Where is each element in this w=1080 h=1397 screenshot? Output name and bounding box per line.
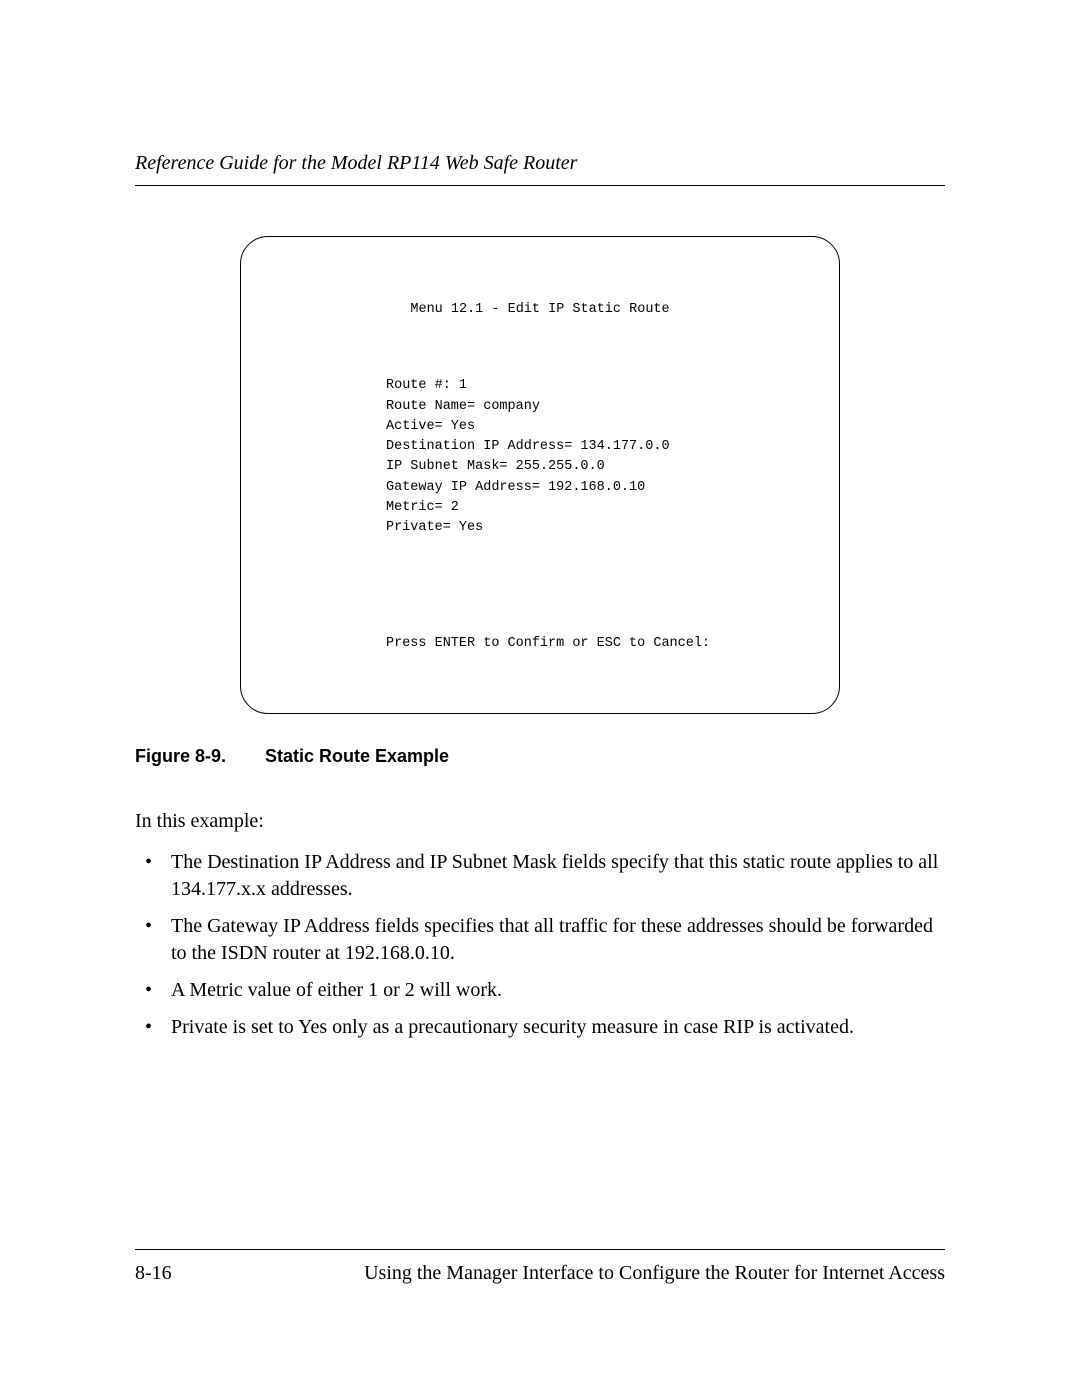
terminal-footer: Press ENTER to Confirm or ESC to Cancel: bbox=[386, 634, 809, 654]
terminal-title: Menu 12.1 - Edit IP Static Route bbox=[271, 300, 809, 320]
terminal-line: IP Subnet Mask= 255.255.0.0 bbox=[386, 459, 605, 474]
terminal-screenshot: Menu 12.1 - Edit IP Static Route Route #… bbox=[240, 236, 840, 714]
terminal-body: Route #: 1 Route Name= company Active= Y… bbox=[386, 376, 809, 538]
page-number: 8-16 bbox=[135, 1260, 172, 1287]
terminal-line: Metric= 2 bbox=[386, 500, 459, 515]
header-rule bbox=[135, 185, 945, 186]
terminal-line: Route #: 1 bbox=[386, 378, 467, 393]
figure-title: Static Route Example bbox=[265, 746, 449, 766]
list-item: The Gateway IP Address fields specifies … bbox=[135, 913, 945, 967]
bullet-list: The Destination IP Address and IP Subnet… bbox=[135, 849, 945, 1041]
list-item: The Destination IP Address and IP Subnet… bbox=[135, 849, 945, 903]
running-header: Reference Guide for the Model RP114 Web … bbox=[135, 150, 945, 177]
footer-section-title: Using the Manager Interface to Configure… bbox=[364, 1260, 945, 1287]
terminal-line: Destination IP Address= 134.177.0.0 bbox=[386, 439, 670, 454]
terminal-line: Active= Yes bbox=[386, 419, 475, 434]
page: Reference Guide for the Model RP114 Web … bbox=[0, 0, 1080, 1397]
footer-rule bbox=[135, 1249, 945, 1250]
terminal-line: Gateway IP Address= 192.168.0.10 bbox=[386, 480, 645, 495]
list-item: Private is set to Yes only as a precauti… bbox=[135, 1014, 945, 1041]
intro-paragraph: In this example: bbox=[135, 808, 945, 835]
page-footer: 8-16 Using the Manager Interface to Conf… bbox=[135, 1249, 945, 1287]
figure-number: Figure 8-9. bbox=[135, 744, 265, 768]
figure-caption: Figure 8-9.Static Route Example bbox=[135, 744, 945, 768]
list-item: A Metric value of either 1 or 2 will wor… bbox=[135, 977, 945, 1004]
terminal-line: Route Name= company bbox=[386, 399, 540, 414]
terminal-line: Private= Yes bbox=[386, 520, 483, 535]
